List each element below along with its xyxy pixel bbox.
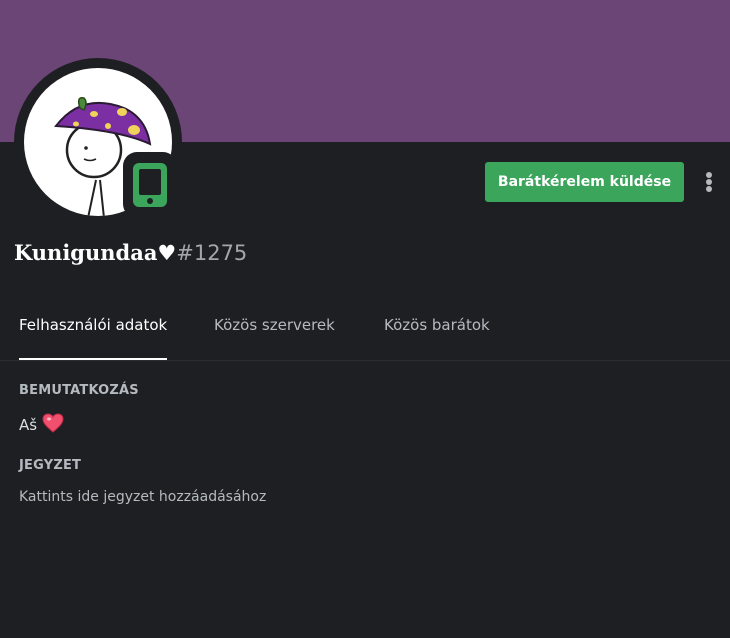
note-field[interactable]: Kattints ide jegyzet hozzáadásához <box>19 486 266 508</box>
about-me-text: Aš <box>19 413 64 436</box>
send-friend-request-button[interactable]: Barátkérelem küldése <box>485 162 684 202</box>
more-vertical-icon[interactable] <box>698 166 720 198</box>
mobile-icon <box>133 163 167 207</box>
tab-mutual-servers[interactable]: Közös szerverek <box>214 306 335 360</box>
heart-icon <box>42 413 64 433</box>
tab-label: Felhasználói adatok <box>19 316 168 334</box>
profile-tabs: Felhasználói adatok Közös szerverek Közö… <box>19 306 719 360</box>
about-me-content: Aš <box>19 416 38 434</box>
tabs-divider <box>0 360 730 361</box>
tab-label: Közös szerverek <box>214 316 335 334</box>
status-indicator <box>123 152 177 218</box>
tab-user-info[interactable]: Felhasználói adatok <box>19 306 168 360</box>
note-title: JEGYZET <box>19 458 82 473</box>
tab-mutual-friends[interactable]: Közös barátok <box>384 306 490 360</box>
tab-label: Közös barátok <box>384 316 490 334</box>
username: Kunigundaa♥#1275 <box>14 238 247 268</box>
discriminator: #1275 <box>176 241 248 265</box>
about-me-title: BEMUTATKOZÁS <box>19 383 139 398</box>
display-name: Kunigundaa♥ <box>14 240 177 265</box>
